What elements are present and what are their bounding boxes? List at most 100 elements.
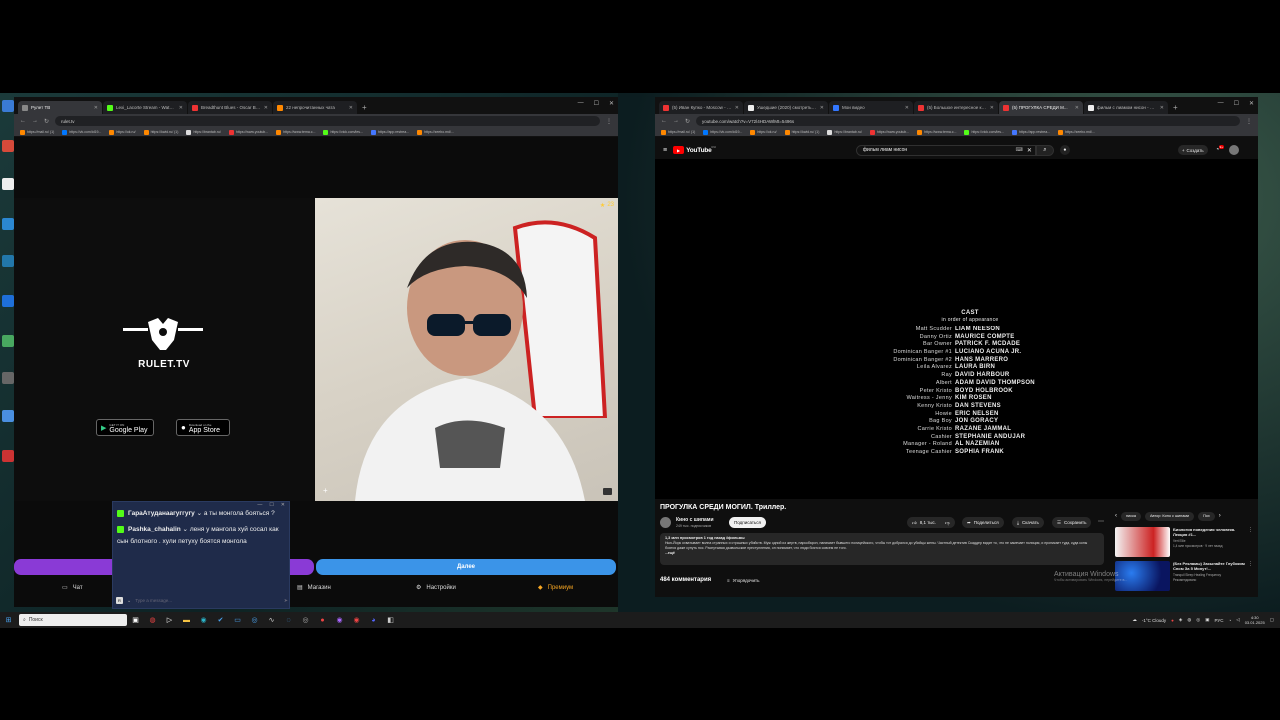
avatar[interactable]: R [116, 597, 123, 604]
chevron-left-icon[interactable]: ‹ [1115, 513, 1117, 519]
desktop-icon-3[interactable] [2, 178, 14, 190]
app-icon-10[interactable]: ◉ [333, 614, 346, 627]
bookmark-1[interactable]: https://vk.com/id19... [703, 129, 742, 135]
recommendation-1[interactable]: (Без Рекламы) Засыпайте Глубоким Сном За… [1115, 561, 1255, 591]
avatar[interactable] [1229, 145, 1240, 155]
tray-icon-5[interactable]: ▣ [1205, 617, 1209, 623]
close-window-icon[interactable]: ✕ [609, 100, 614, 107]
bookmark-4[interactable]: https://brantab.ru/ [827, 129, 862, 135]
create-button[interactable]: + Создать [1177, 145, 1208, 155]
bookmark-3[interactable]: https://kwid.ru/ (1) [784, 129, 819, 135]
bookmark-5[interactable]: https://www.youtub... [869, 129, 909, 135]
forward-icon[interactable]: → [673, 118, 679, 124]
desktop-icon-8[interactable] [2, 372, 14, 384]
close-icon[interactable]: ✕ [1075, 105, 1079, 111]
download-button[interactable]: ⤓ Скачать [1012, 517, 1044, 528]
description-more[interactable]: ...ещё [665, 551, 1099, 555]
clear-search-icon[interactable]: ✕ [1027, 147, 1032, 154]
left-tab-3[interactable]: 22 непрочитанных чата ✕ [273, 101, 357, 114]
bookmark-0[interactable]: https://mail.ru/ (1) [661, 129, 695, 135]
close-icon[interactable]: ✕ [735, 105, 739, 111]
app-icon-7[interactable]: ◌ [282, 614, 295, 627]
url-field[interactable]: youtube.com/watch?v=V72l4HDAWlMt=5496s [696, 116, 1240, 126]
chat-input[interactable]: Type a message... [135, 598, 280, 603]
clock[interactable]: 4:30 03.01.2025 [1245, 615, 1265, 625]
nav-settings[interactable]: ⚙ Настройки [416, 584, 456, 592]
app-icon-11[interactable]: ◕ [367, 614, 380, 627]
desktop-icon-1[interactable] [2, 100, 14, 112]
save-button[interactable]: ☰ Сохранить [1052, 517, 1092, 528]
close-icon[interactable]: ✕ [820, 105, 824, 111]
extensions-icon[interactable]: ⋮ [1246, 118, 1252, 125]
app-icon-3[interactable]: ✔ [214, 614, 227, 627]
bookmark-8[interactable]: https://app.restrea... [1011, 129, 1050, 135]
edge-icon[interactable]: ◉ [197, 614, 210, 627]
right-tab-4[interactable]: (5) ПРОГУЛКА СРЕДИ М... ✕ [999, 101, 1083, 114]
search-input[interactable]: фильм лиам нисон ⌨ ✕ [855, 144, 1036, 156]
right-tab-0[interactable]: (5) Иван Купко - Moscow - Ti... ✕ [659, 101, 743, 114]
send-icon[interactable]: ➤ [284, 598, 288, 604]
thumbs-down-icon[interactable]: 👎︎ [945, 520, 950, 526]
bookmark-7[interactable]: https://vick.com/les... [323, 129, 363, 135]
weather-text[interactable]: -1°C Cloudy [1142, 618, 1166, 623]
chevron-right-icon[interactable]: › [1219, 513, 1221, 519]
tray-icon-1[interactable]: ● [1171, 618, 1174, 623]
share-button[interactable]: ➦ Поделиться [962, 517, 1004, 528]
next-button[interactable]: Далее [316, 559, 616, 575]
app-store-button[interactable]: ● Download on the App Store [176, 419, 230, 436]
maximize-icon[interactable]: ☐ [594, 100, 599, 107]
bookmark-3[interactable]: https://kwid.ru/ (1) [143, 129, 178, 135]
desktop-icon-4[interactable] [2, 218, 14, 230]
bookmark-9[interactable]: https://zeebo.md/... [417, 129, 454, 135]
nav-premium[interactable]: ◆ Премиум [538, 584, 573, 592]
close-icon[interactable]: ✕ [905, 105, 909, 111]
bell-icon[interactable]: ◔ 9+ [1216, 145, 1225, 153]
left-tab-1[interactable]: Lexi_Lacorte Stream - Watch Li...✕ [103, 101, 187, 114]
camera-icon[interactable] [603, 488, 612, 495]
hamburger-icon[interactable]: ≡ [663, 147, 667, 154]
right-tab-3[interactable]: (5) Большое интересное коро... ✕ [914, 101, 998, 114]
app-icon-5[interactable]: ◎ [248, 614, 261, 627]
forward-icon[interactable]: → [32, 118, 38, 124]
desktop-icon-10[interactable] [2, 450, 14, 462]
microphone-icon[interactable]: ● [1059, 145, 1070, 155]
bookmark-7[interactable]: https://vick.com/les... [964, 129, 1004, 135]
back-icon[interactable]: ← [661, 118, 667, 124]
network-icon[interactable]: ◔ [1229, 618, 1232, 623]
bookmark-6[interactable]: https://www.tema.c... [276, 129, 315, 135]
reload-icon[interactable]: ↻ [44, 118, 49, 125]
more-vert-icon[interactable]: ⋮ [1248, 561, 1253, 567]
new-tab-button[interactable]: + [1169, 101, 1182, 114]
back-icon[interactable]: ← [20, 118, 26, 124]
chip-2[interactable]: Пох [1198, 511, 1215, 521]
desktop-icon-6[interactable] [2, 295, 14, 307]
subscribe-button[interactable]: Подписаться [729, 517, 766, 528]
bookmark-9[interactable]: https://zeebo.md/... [1058, 129, 1095, 135]
app-icon-9[interactable]: ● [316, 614, 329, 627]
chevron-down-icon[interactable]: ⌄ [127, 598, 131, 604]
description-box[interactable]: 1,3 млн просмотров 1 год назад #фильмы Н… [660, 533, 1104, 565]
close-icon[interactable]: ✕ [990, 105, 994, 111]
bookmark-8[interactable]: https://app.restrea... [370, 129, 409, 135]
desktop-icon-2[interactable] [2, 140, 14, 152]
search-icon[interactable]: ⌕ [1035, 144, 1054, 156]
keyboard-icon[interactable]: ⌨ [1016, 147, 1023, 153]
desktop-icon-5[interactable] [2, 255, 14, 267]
desktop-icon-7[interactable] [2, 335, 14, 347]
app-icon-2[interactable]: ▷ [163, 614, 176, 627]
tray-icon-2[interactable]: ◈ [1179, 617, 1182, 623]
recommendation-0[interactable]: Биология поведения человека. Лекция #1..… [1115, 527, 1255, 557]
app-icon-1[interactable]: ◍ [146, 614, 159, 627]
sort-button[interactable]: ≡ Упорядочить [727, 578, 759, 583]
volume-icon[interactable]: ◁ [1236, 617, 1239, 623]
tray-icon-4[interactable]: ◎ [1196, 617, 1200, 623]
app-icon-4[interactable]: ▭ [231, 614, 244, 627]
file-explorer-icon[interactable]: ▬ [180, 614, 193, 627]
bookmark-6[interactable]: https://www.tema.c... [917, 129, 956, 135]
bookmark-1[interactable]: https://vk.com/id19... [62, 129, 101, 135]
bookmark-5[interactable]: https://www.youtub... [228, 129, 268, 135]
channel-name[interactable]: Кино с шипами [676, 517, 714, 523]
windows-start-icon[interactable]: ⊞ [2, 614, 15, 627]
url-field[interactable]: rulet.tv [55, 116, 600, 126]
task-view-icon[interactable]: ▣ [129, 614, 142, 627]
